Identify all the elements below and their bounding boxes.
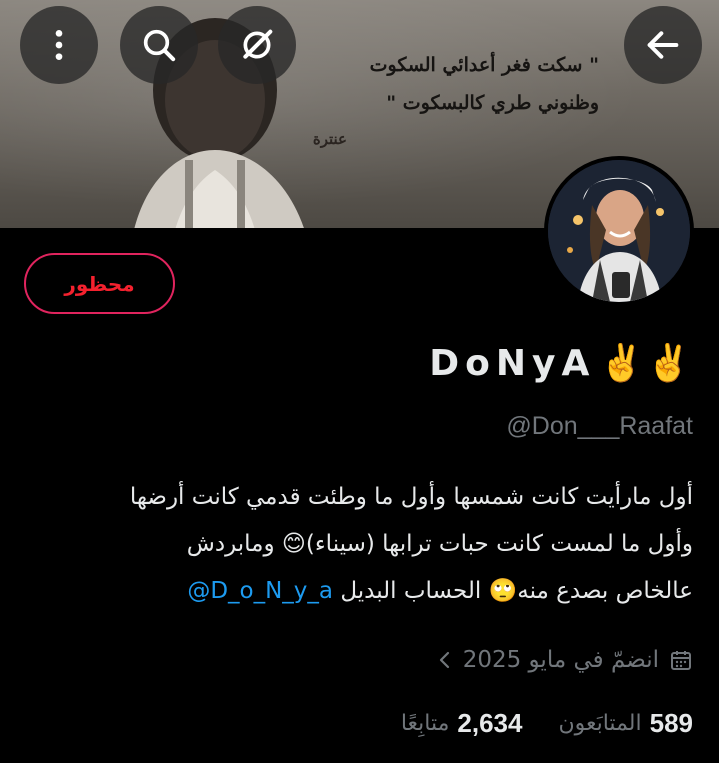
profile-handle: @Don___Raafat <box>506 412 693 440</box>
bio-line-3: عالخاص بصدع منه🙄 الحساب البديل @D_o_N_y_… <box>23 568 693 615</box>
back-button[interactable] <box>624 6 702 84</box>
calendar-icon <box>671 651 691 670</box>
avatar[interactable] <box>544 156 694 306</box>
more-options-button[interactable] <box>20 6 98 84</box>
banner-quote: " سكت فغر أعدائي السكوت وظنوني طري كالبس… <box>299 46 599 122</box>
display-name: DoNyA ✌️✌️ <box>429 342 693 385</box>
banner-author: عنترة <box>312 130 347 148</box>
joined-date: انضمّ في مايو 2025 <box>462 647 659 673</box>
blocked-button-label: محظور <box>64 271 135 296</box>
followers-count[interactable]: 2,634 <box>457 708 522 739</box>
following-label[interactable]: المتابَعون <box>558 711 641 736</box>
bio-line-1: أول مارأيت كانت شمسها وأول ما وطئت قدمي … <box>129 484 693 510</box>
avatar-photo <box>548 160 690 302</box>
following-count[interactable]: 589 <box>650 708 693 739</box>
banner-quote-line-2: وظنوني طري كالبسكوت " <box>386 92 599 114</box>
banner-quote-line-1: " سكت فغر أعدائي السكوت <box>369 54 599 76</box>
grok-button[interactable] <box>218 6 296 84</box>
followers-label[interactable]: متابِعًا <box>401 711 450 736</box>
display-name-text: DoNyA <box>429 342 596 384</box>
search-button[interactable] <box>120 6 198 84</box>
joined-date-row[interactable]: انضمّ في مايو 2025 <box>437 642 693 678</box>
display-name-emoji: ✌️✌️ <box>599 343 693 384</box>
bio-mention-link[interactable]: @D_o_N_y_a <box>187 578 333 604</box>
bio-line-2: وأول ما لمست كانت حبات ترابها (سيناء)😊 و… <box>186 531 693 557</box>
search-icon <box>143 29 176 62</box>
grok-icon <box>243 29 273 59</box>
bio-line-3-text: عالخاص بصدع منه🙄 الحساب البديل <box>340 578 693 604</box>
follow-stats: 589 المتابَعون 2,634 متابِعًا <box>401 703 693 743</box>
blocked-button[interactable]: محظور <box>24 253 175 314</box>
chevron-left-icon <box>439 651 449 669</box>
more-vertical-icon <box>55 30 63 60</box>
arrow-left-icon <box>647 31 679 59</box>
profile-bio: أول مارأيت كانت شمسها وأول ما وطئت قدمي … <box>23 474 693 615</box>
